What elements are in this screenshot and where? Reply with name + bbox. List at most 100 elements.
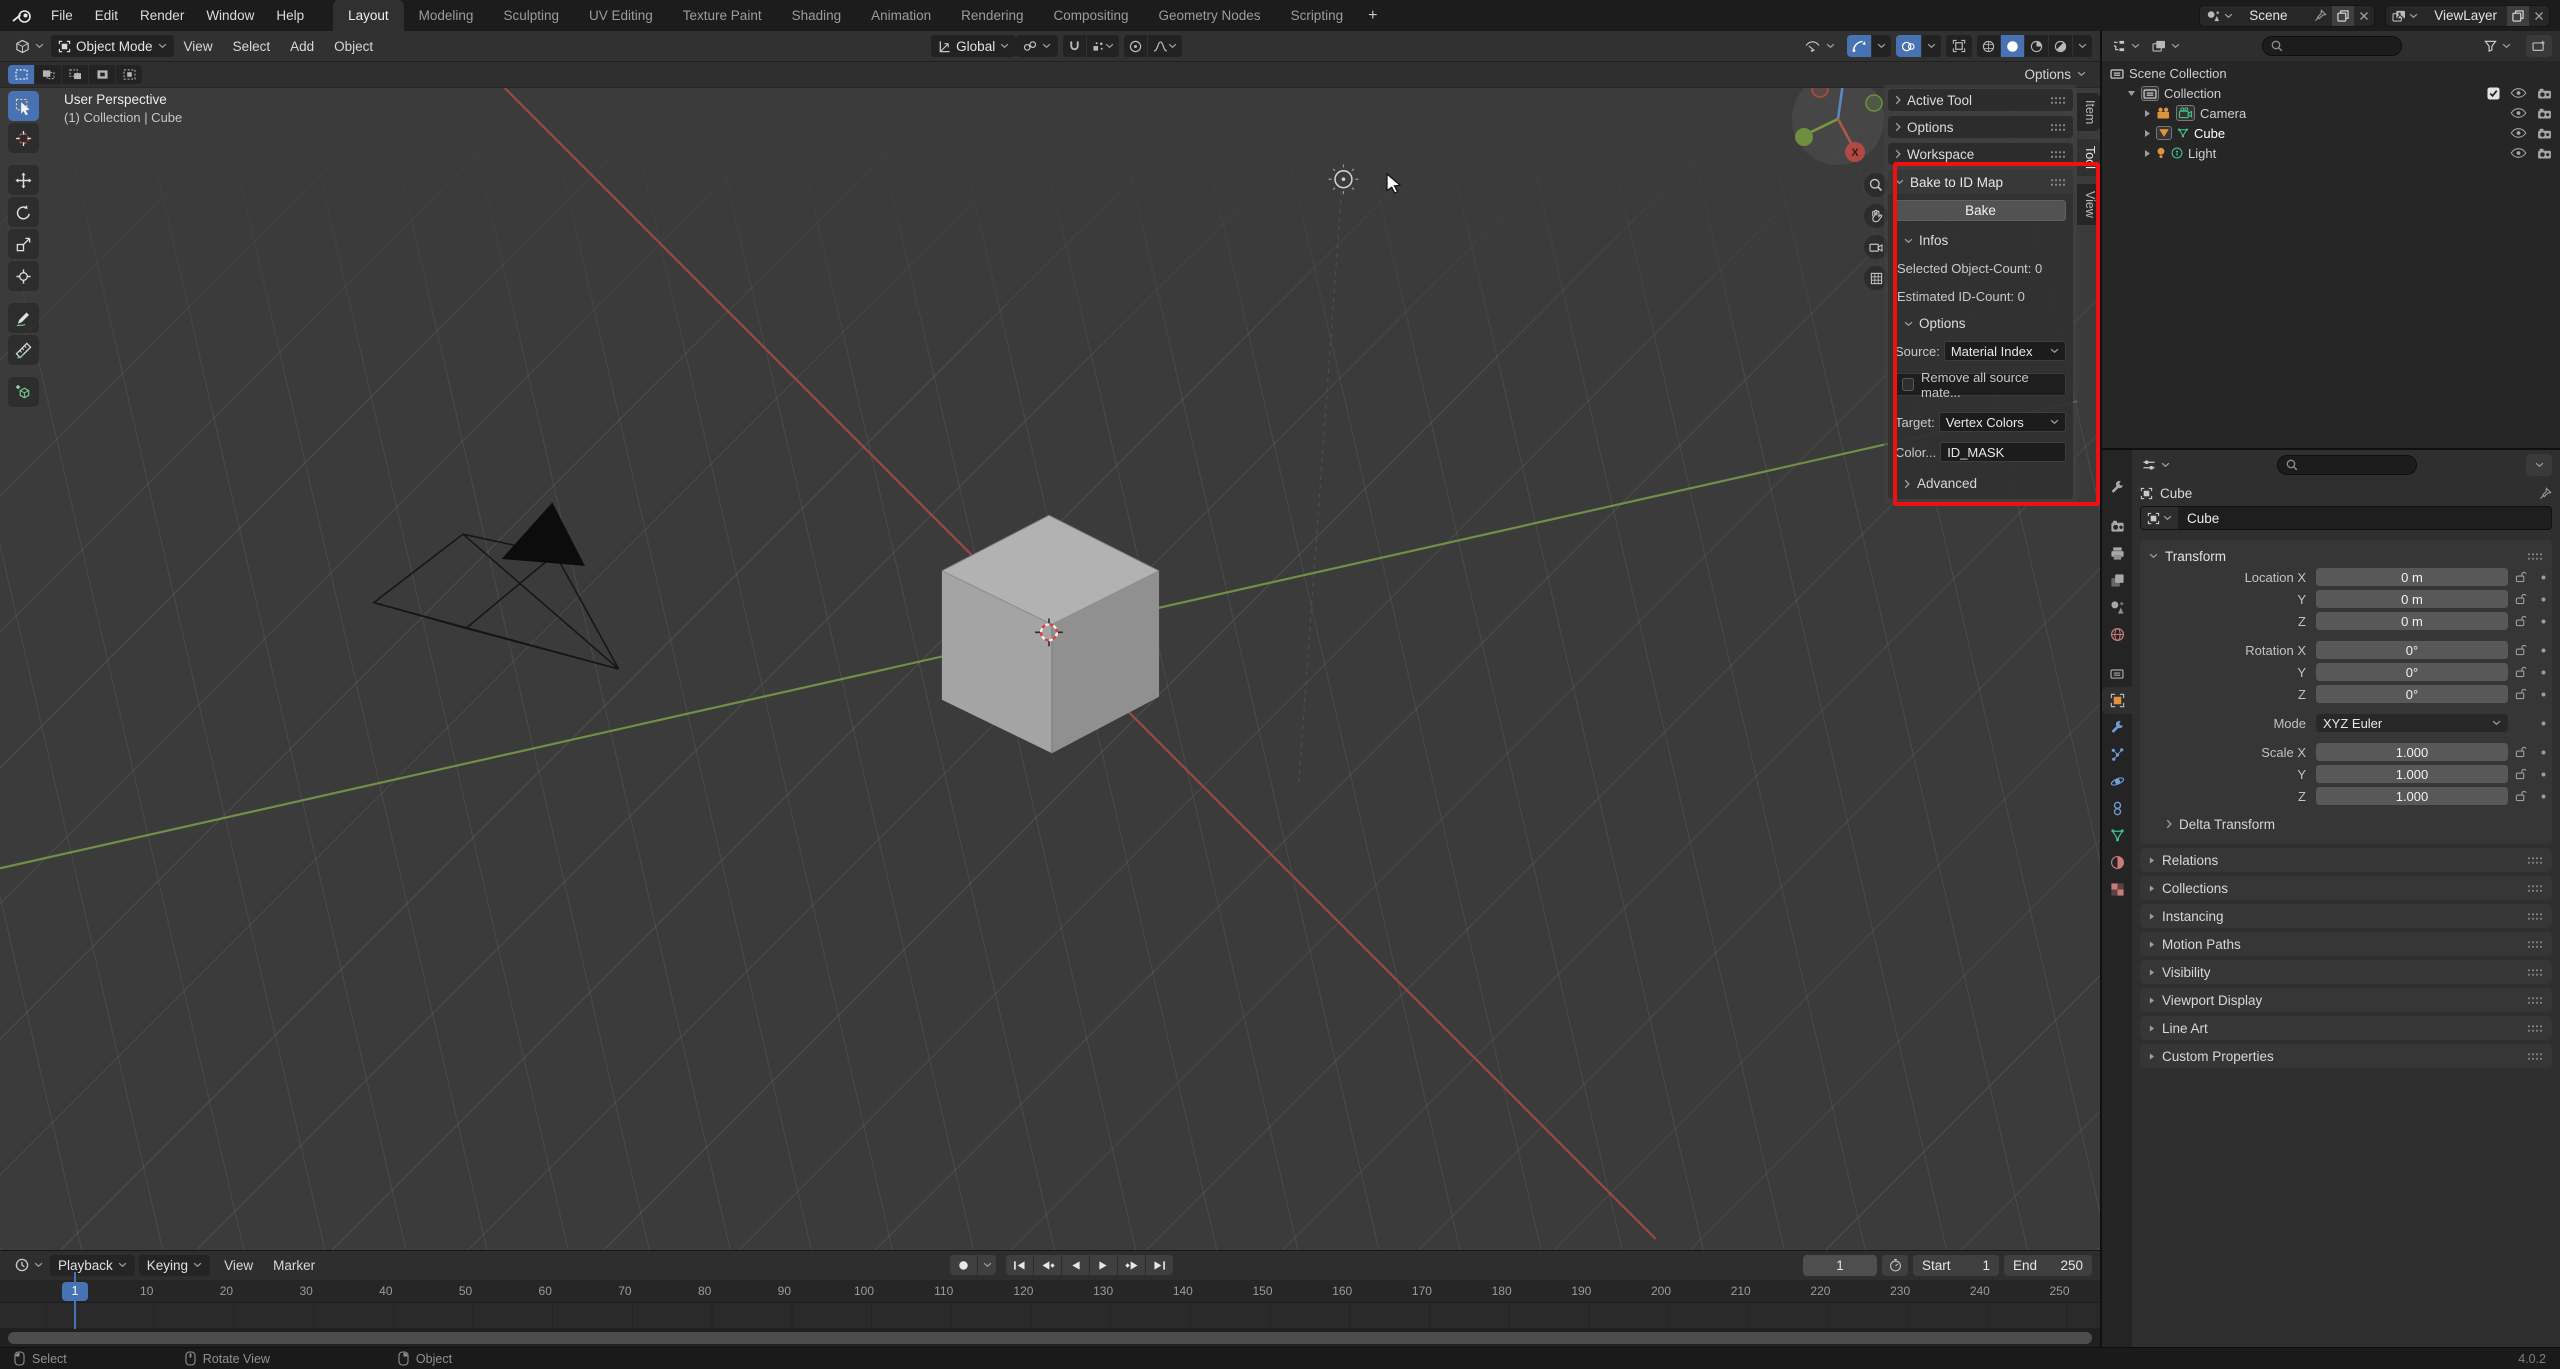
copy-icon[interactable] — [2332, 5, 2355, 26]
animate-dot-icon[interactable] — [2534, 646, 2552, 655]
outliner-row-collection[interactable]: Collection — [2102, 83, 2560, 103]
lock-icon[interactable] — [2508, 768, 2534, 780]
lock-icon[interactable] — [2508, 615, 2534, 627]
jump-to-end-button[interactable] — [1146, 1255, 1174, 1276]
keying-menu[interactable]: Keying — [138, 1254, 211, 1276]
panel-line-art[interactable]: Line Art — [2140, 1016, 2552, 1040]
workspace-tab-scripting[interactable]: Scripting — [1276, 0, 1359, 31]
drag-grip[interactable] — [2527, 1051, 2543, 1061]
show-overlays-toggle[interactable] — [1896, 35, 1921, 57]
transform-panel-header[interactable]: Transform — [2140, 545, 2552, 567]
properties-tab-object-data[interactable] — [2102, 822, 2132, 849]
lock-icon[interactable] — [2508, 790, 2534, 802]
target-dropdown[interactable]: Vertex Colors — [1938, 412, 2066, 432]
tab-item[interactable]: Item — [2077, 93, 2100, 132]
properties-tab-tool[interactable] — [2102, 474, 2132, 501]
menu-help[interactable]: Help — [265, 8, 315, 23]
mode-selector[interactable]: Object Mode — [51, 35, 174, 57]
scene-name[interactable]: Scene — [2239, 8, 2309, 23]
drag-grip[interactable] — [2527, 855, 2543, 865]
outliner-search-input[interactable] — [2262, 36, 2402, 56]
drag-grip[interactable] — [2527, 551, 2543, 561]
close-icon[interactable] — [2529, 6, 2549, 26]
snap-to-selector[interactable] — [1087, 35, 1120, 57]
copy-icon[interactable] — [2507, 5, 2529, 26]
disable-render-camera-icon[interactable] — [2537, 148, 2552, 159]
value-slider[interactable]: 0 m — [2316, 568, 2508, 586]
hide-viewport-eye-icon[interactable] — [2510, 88, 2527, 98]
workspace-tab-uv-editing[interactable]: UV Editing — [574, 0, 668, 31]
hide-viewport-eye-icon[interactable] — [2510, 148, 2527, 158]
value-slider[interactable]: 0 m — [2316, 590, 2508, 608]
select-mode-invert[interactable] — [89, 64, 115, 84]
value-slider[interactable]: 0° — [2316, 641, 2508, 659]
hide-viewport-eye-icon[interactable] — [2510, 128, 2527, 138]
properties-tab-constraints[interactable] — [2102, 795, 2132, 822]
visibility-selector[interactable] — [1798, 35, 1842, 57]
lock-icon[interactable] — [2508, 571, 2534, 583]
drag-grip[interactable] — [2050, 122, 2066, 132]
panel-collections[interactable]: Collections — [2140, 876, 2552, 900]
options-dropdown[interactable]: Options — [2018, 67, 2092, 82]
properties-search-input[interactable] — [2276, 455, 2417, 475]
transform-orientation-selector[interactable]: Global — [931, 35, 1017, 57]
checkbox-icon[interactable] — [2487, 86, 2500, 100]
shading-rendered-button[interactable] — [2049, 35, 2072, 57]
snap-magnet-icon[interactable] — [1063, 35, 1087, 57]
panel-instancing[interactable]: Instancing — [2140, 904, 2552, 928]
shading-solid-button[interactable] — [2001, 35, 2024, 57]
workspace-tab-geometry-nodes[interactable]: Geometry Nodes — [1144, 0, 1276, 31]
drag-grip[interactable] — [2527, 939, 2543, 949]
expand-icon[interactable] — [2144, 109, 2151, 118]
workspace-tab-animation[interactable]: Animation — [856, 0, 946, 31]
scrollbar-thumb[interactable] — [8, 1331, 2092, 1344]
display-mode-selector[interactable] — [2150, 35, 2182, 57]
add-workspace-button[interactable]: + — [1358, 0, 1387, 31]
editor-type-outliner-icon[interactable] — [2110, 35, 2142, 57]
tab-tool[interactable]: Tool — [2077, 139, 2100, 177]
outliner-item-label[interactable]: Light — [2188, 146, 2216, 161]
workspace-tab-shading[interactable]: Shading — [777, 0, 857, 31]
workspace-tab-layout[interactable]: Layout — [333, 0, 404, 31]
view-layer-icon[interactable] — [2386, 6, 2424, 26]
animate-dot-icon[interactable] — [2534, 770, 2552, 779]
animate-dot-icon[interactable] — [2534, 573, 2552, 582]
object-name-field[interactable]: Cube — [2140, 506, 2552, 530]
overlays-options-selector[interactable] — [1922, 35, 1941, 57]
properties-tab-view-layer[interactable] — [2102, 567, 2132, 594]
source-dropdown[interactable]: Material Index — [1943, 341, 2066, 361]
keying-options-selector[interactable] — [978, 1255, 997, 1276]
panel-viewport-display[interactable]: Viewport Display — [2140, 988, 2552, 1012]
preview-range-stopwatch-icon[interactable] — [1882, 1254, 1909, 1276]
menu-window[interactable]: Window — [195, 8, 265, 23]
panel-visibility[interactable]: Visibility — [2140, 960, 2552, 984]
outliner-item-label[interactable]: Cube — [2194, 126, 2225, 141]
select-mode-set[interactable] — [8, 64, 34, 84]
workspace-tab-compositing[interactable]: Compositing — [1038, 0, 1143, 31]
disable-render-camera-icon[interactable] — [2537, 108, 2552, 119]
select-mode-intersect[interactable] — [116, 64, 142, 84]
viewport-canvas[interactable] — [0, 88, 2100, 1250]
animate-dot-icon[interactable] — [2534, 690, 2552, 699]
tool-measure-button[interactable] — [8, 335, 39, 365]
workspace-tab-sculpting[interactable]: Sculpting — [488, 0, 574, 31]
workspace-tab-modeling[interactable]: Modeling — [404, 0, 489, 31]
properties-tab-texture[interactable] — [2102, 876, 2132, 903]
drag-grip[interactable] — [2527, 967, 2543, 977]
properties-tab-scene[interactable] — [2102, 594, 2132, 621]
timeline-track[interactable] — [0, 1303, 2100, 1329]
play-reverse-button[interactable] — [1062, 1255, 1090, 1276]
filter-selector[interactable] — [2482, 35, 2513, 57]
tab-view[interactable]: View — [2077, 184, 2100, 226]
infos-subpanel-header[interactable]: Infos — [1888, 233, 2073, 248]
expand-icon[interactable] — [2144, 129, 2151, 138]
color-attribute-input[interactable]: ID_MASK — [1940, 442, 2066, 462]
shading-wireframe-button[interactable] — [1977, 35, 2000, 57]
light-data-icon[interactable] — [2171, 147, 2183, 159]
start-frame-field[interactable]: Start 1 — [1913, 1254, 2000, 1276]
panel-workspace[interactable]: Workspace — [1888, 143, 2073, 165]
outliner-item-label[interactable]: Collection — [2164, 86, 2221, 101]
scene-icon[interactable] — [2200, 6, 2239, 26]
3d-viewport[interactable]: Object Mode View Select Add Object Globa… — [0, 31, 2100, 1250]
properties-tab-object[interactable] — [2102, 687, 2132, 714]
